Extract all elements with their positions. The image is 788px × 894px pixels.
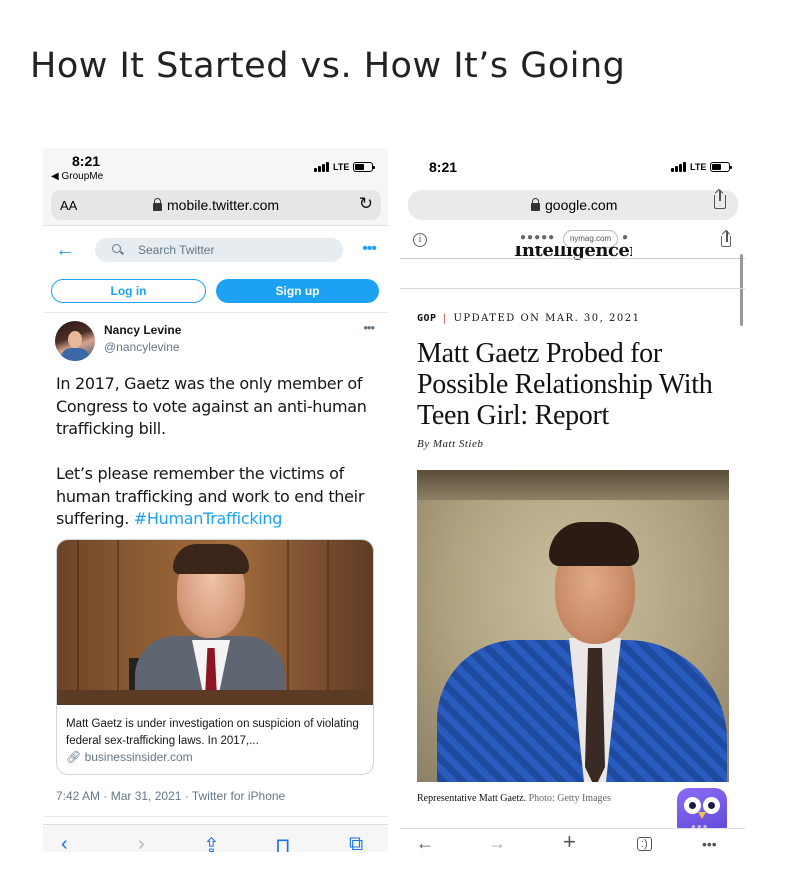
tabs-icon[interactable]: ⧉ [349,833,363,852]
status-bar: 8:21 LTE [400,148,745,186]
more-options-icon[interactable]: ••• [362,240,377,258]
tabs-icon[interactable]: :) [637,837,652,851]
reload-icon[interactable]: ↻ [359,194,373,214]
meme-title: How It Started vs. How It’s Going [30,46,626,86]
back-arrow-icon[interactable]: ← [55,239,75,262]
share-icon[interactable] [714,190,726,209]
card-domain: 🔗︎ businessinsider.com [66,750,193,764]
forward-icon[interactable]: › [138,833,145,852]
network-type: LTE [333,162,350,172]
browser-toolbar: ← → + :) ••• [400,828,745,852]
article-photo [417,470,729,782]
divider [400,258,745,259]
tweet-paragraph-1: In 2017, Gaetz was the only member of Co… [56,374,367,438]
photo-caption: Representative Matt Gaetz. Photo: Getty … [417,793,611,804]
status-bar: 8:21 ◀ GroupMe LTE [43,148,388,186]
right-phone-screenshot: 8:21 LTE google.com i ●●●●● nymag.com ● … [400,148,745,852]
tweet-body: In 2017, Gaetz was the only member of Co… [56,373,381,553]
battery-icon [710,162,732,172]
address-field[interactable]: google.com [408,190,738,220]
divider [43,816,388,817]
share-icon[interactable]: ⇪ [203,833,220,852]
url-display: google.com [531,197,617,213]
tweet-more-icon[interactable]: ••• [363,320,375,335]
add-tab-icon[interactable]: + [563,829,576,852]
safari-toolbar: ‹ › ⇪ ⊓ ⧉ [43,824,388,852]
signal-icon [314,162,329,172]
more-icon[interactable]: ••• [702,836,717,852]
url-text: google.com [545,197,618,213]
section-tag[interactable]: GOP [417,313,437,324]
back-to-app-link[interactable]: ◀ GroupMe [51,171,103,182]
author-name[interactable]: Nancy Levine [104,323,181,337]
signup-button[interactable]: Sign up [216,279,379,303]
text-size-button[interactable]: AA [60,198,77,213]
back-icon[interactable]: ‹ [61,833,68,852]
lock-icon [531,198,540,211]
left-phone-screenshot: 8:21 ◀ GroupMe LTE AA mobile.twitter.com… [43,148,388,852]
author-handle[interactable]: @nancylevine [104,340,180,354]
battery-icon [353,162,375,172]
bookmarks-icon[interactable]: ⊓ [275,833,291,852]
tweet-timestamp[interactable]: 7:42 AM · Mar 31, 2021 · Twitter for iPh… [56,789,285,803]
address-field[interactable]: AA mobile.twitter.com ↻ [51,190,381,220]
hashtag-link[interactable]: #HumanTrafficking [134,509,283,528]
search-icon [112,244,121,253]
status-time: 8:21 [72,153,101,169]
article-byline: By Matt Stieb [417,438,484,450]
share-icon[interactable] [721,231,731,247]
link-icon: 🔗︎ [66,750,82,764]
search-placeholder: Search Twitter [138,243,215,257]
forward-icon[interactable]: → [488,833,506,852]
article-headline: Matt Gaetz Probed for Possible Relations… [417,338,713,431]
scrollbar[interactable] [740,254,743,326]
signal-icon [671,162,686,172]
status-time: 8:21 [429,159,458,175]
safari-address-bar: AA mobile.twitter.com ↻ [43,186,388,226]
page-dots: ●●●●● [520,232,556,243]
card-description: Matt Gaetz is under investigation on sus… [66,718,359,747]
divider [400,288,745,289]
link-preview-card[interactable]: Matt Gaetz is under investigation on sus… [56,539,374,775]
lock-icon [153,198,162,211]
network-type: LTE [690,162,707,172]
updated-date: UPDATED ON MAR. 30, 2021 [453,313,641,324]
avatar[interactable] [55,321,95,361]
url-display: mobile.twitter.com [153,197,279,213]
page-dot: ● [622,232,629,243]
card-image [57,540,373,705]
divider [43,312,388,313]
twitter-header: ← Search Twitter ••• [43,236,388,272]
article-kicker: GOP | UPDATED ON MAR. 30, 2021 [417,313,641,324]
search-input[interactable]: Search Twitter [95,238,343,262]
info-icon[interactable]: i [413,233,427,247]
url-text: mobile.twitter.com [167,197,280,213]
back-icon[interactable]: ← [416,833,434,852]
tweet-paragraph-2: Let’s please remember the victims of hum… [56,464,365,528]
login-button[interactable]: Log in [51,279,206,303]
